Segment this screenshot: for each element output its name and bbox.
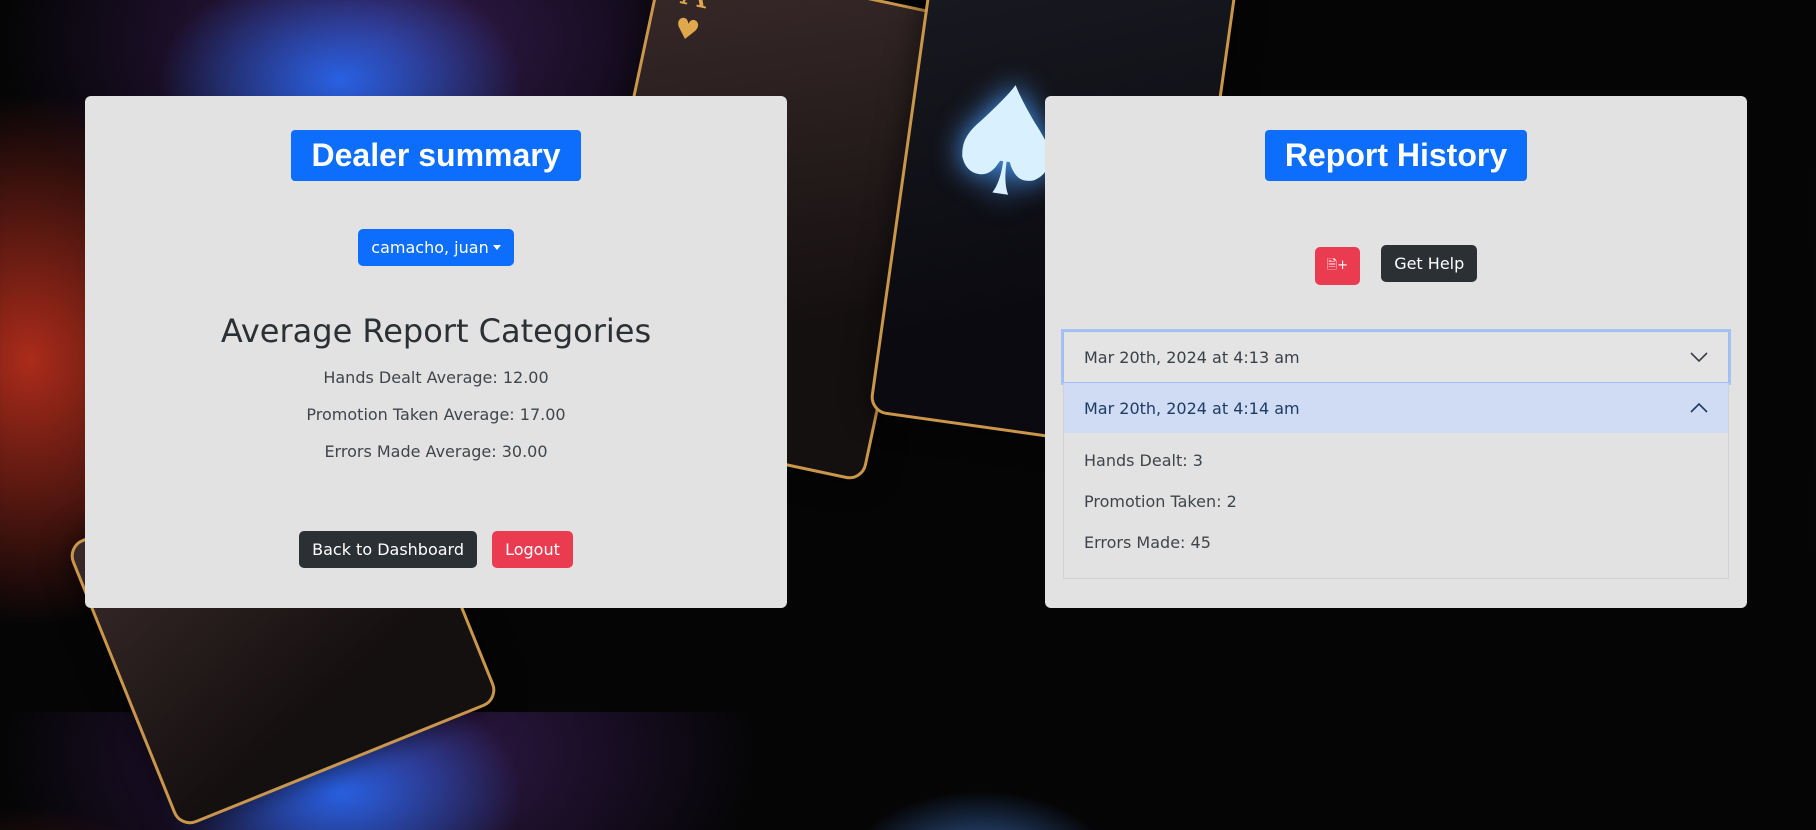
dealer-summary-panel: Dealer summary camacho, juan Average Rep… — [85, 96, 787, 608]
card-heart-icon: ♥ — [671, 10, 703, 49]
errors-made-average: Errors Made Average: 30.00 — [324, 442, 548, 462]
average-report-heading: Average Report Categories — [220, 312, 652, 351]
report-hands-dealt: Hands Dealt: 3 — [1084, 451, 1203, 470]
card-rank-glyph: A — [678, 0, 712, 17]
report-item: Mar 20th, 2024 at 4:13 am — [1063, 331, 1729, 383]
report-header[interactable]: Mar 20th, 2024 at 4:13 am — [1064, 332, 1728, 382]
get-help-button[interactable]: Get Help — [1381, 245, 1478, 283]
report-details: Hands Dealt: 3 Promotion Taken: 2 Errors… — [1064, 433, 1728, 578]
report-date: Mar 20th, 2024 at 4:14 am — [1084, 398, 1300, 418]
dealer-summary-title: Dealer summary — [291, 130, 581, 181]
chevron-up-icon — [1690, 403, 1708, 413]
report-date: Mar 20th, 2024 at 4:13 am — [1084, 347, 1300, 367]
report-history-title: Report History — [1264, 130, 1528, 181]
chevron-down-icon — [1690, 352, 1708, 362]
back-to-dashboard-button[interactable]: Back to Dashboard — [299, 530, 477, 568]
report-item: Mar 20th, 2024 at 4:14 am Hands Dealt: 3… — [1063, 383, 1729, 579]
report-errors-made: Errors Made: 45 — [1084, 533, 1211, 552]
dealer-select-label: camacho, juan — [371, 238, 489, 257]
promotion-taken-average: Promotion Taken Average: 17.00 — [306, 405, 566, 425]
report-promotion-taken: Promotion Taken: 2 — [1084, 492, 1237, 511]
card-spade-icon: ♠ — [952, 0, 981, 3]
report-history-panel: Report History 🗎+ Get Help Mar 20th, 202… — [1045, 96, 1747, 608]
logout-button[interactable]: Logout — [492, 530, 573, 568]
new-report-button[interactable]: 🗎+ — [1314, 247, 1361, 285]
file-plus-icon: 🗎+ — [1326, 258, 1349, 273]
history-actions: 🗎+ Get Help — [1045, 245, 1747, 285]
dealer-select-dropdown[interactable]: camacho, juan — [358, 229, 514, 267]
report-history-accordion: Mar 20th, 2024 at 4:13 am Mar 20th, 2024… — [1063, 331, 1729, 579]
report-header[interactable]: Mar 20th, 2024 at 4:14 am — [1064, 383, 1728, 433]
dealer-actions: Back to Dashboard Logout — [85, 530, 787, 568]
caret-down-icon — [492, 245, 501, 250]
hands-dealt-average: Hands Dealt Average: 12.00 — [323, 368, 549, 388]
